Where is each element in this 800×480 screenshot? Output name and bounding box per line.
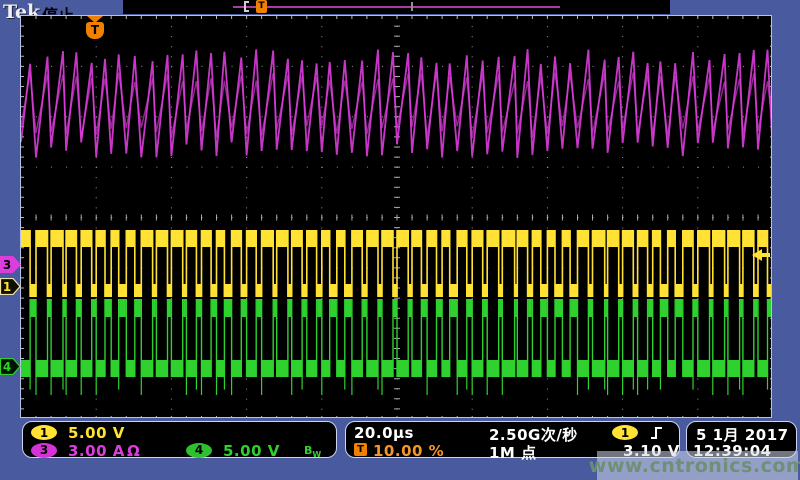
- channel-1-label: 1: [3, 280, 11, 294]
- trigger-level-arrow-icon: [751, 247, 771, 263]
- ch1-badge: 1: [31, 425, 57, 440]
- watermark-strip: www.cntronics.com: [597, 451, 798, 480]
- channel-4-label: 4: [3, 360, 11, 374]
- ch4-bandwidth-icon: BW: [304, 444, 321, 459]
- ch4-badge: 4: [186, 443, 212, 458]
- watermark-text: www.cntronics.com: [589, 455, 800, 477]
- rising-edge-icon: [650, 425, 663, 441]
- waveform-canvas: [21, 16, 771, 417]
- oscilloscope-screen: { "header": { "brand": "Tek", "acq_statu…: [0, 0, 800, 480]
- ch4-scale: 5.00 V: [223, 442, 280, 460]
- ch3-badge: 3: [31, 443, 57, 458]
- waveform-display: [20, 15, 772, 418]
- channel-1-ground-marker: 1: [0, 278, 21, 295]
- ch3-scale: 3.00 A: [68, 442, 125, 460]
- channel-3-label: 3: [3, 258, 11, 272]
- trigger-source-badge: 1: [612, 425, 638, 440]
- record-length: 1M 点: [489, 442, 537, 463]
- ch1-scale: 5.00 V: [68, 424, 125, 442]
- trigger-marker-icon: T: [256, 0, 267, 13]
- timebase-scale: 20.0μs: [354, 424, 414, 442]
- record-view-bar: T: [123, 0, 670, 14]
- channel-3-ground-marker: 3: [0, 256, 21, 273]
- channel-4-ground-marker: 4: [0, 358, 21, 375]
- window-bracket-icon: [244, 1, 249, 12]
- trigger-t-icon: T: [86, 22, 104, 39]
- bw-w: W: [312, 450, 321, 459]
- expansion-point-tick: [411, 2, 413, 11]
- record-length-line: [233, 6, 560, 8]
- trigger-position-marker: T: [86, 16, 104, 40]
- trigger-position-percent: 10.00 %: [373, 442, 444, 460]
- channel-readout-box: 1 5.00 V 3 3.00 A Ω 4 5.00 V BW: [22, 421, 337, 458]
- ch3-coupling: Ω: [127, 442, 140, 460]
- trigger-position-badge-icon: T: [354, 443, 367, 456]
